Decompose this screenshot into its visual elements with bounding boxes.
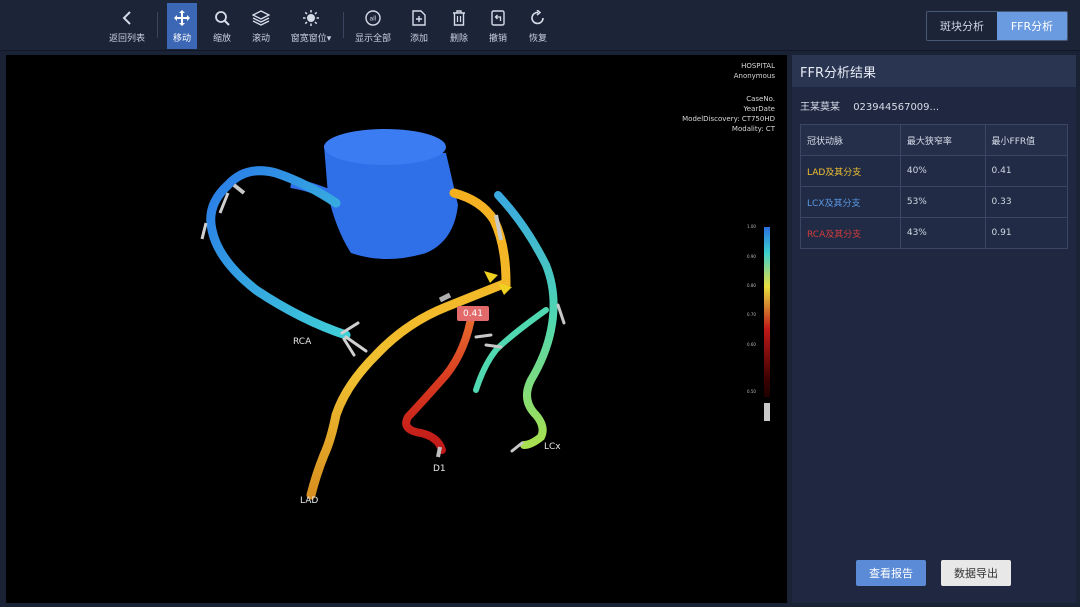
- toolbar: 返回列表 移动 缩放 滚动 窗宽窗位▾ all 显示全部 添加 删除 撤销 恢复…: [0, 0, 1080, 51]
- scale-tick-label: 0.60: [747, 342, 756, 347]
- export-data-button[interactable]: 数据导出: [941, 560, 1011, 586]
- ffr-color-scale: [764, 227, 770, 397]
- brightness-icon: [303, 7, 319, 29]
- chevron-left-icon: [120, 7, 134, 29]
- undo-icon: [491, 7, 505, 29]
- dicom-hospital: HOSPITAL: [741, 62, 775, 70]
- window-level-tool-button[interactable]: 窗宽窗位▾: [287, 3, 335, 49]
- ffr-scale-slider[interactable]: [764, 403, 770, 421]
- move-arrows-icon: [174, 7, 190, 29]
- panel-title: FFR分析结果: [792, 55, 1076, 87]
- scale-tick-label: 0.50: [747, 389, 756, 394]
- move-tool-label: 移动: [172, 34, 191, 44]
- dicom-patient-name: Anonymous: [733, 72, 775, 80]
- dicom-case-no: CaseNo.: [746, 95, 775, 103]
- column-header-ffr: 最小FFR值: [984, 124, 1069, 156]
- ffr-results-table: 冠状动脉 最大狭窄率 最小FFR值 LAD及其分支 40% 0.41 LCX及其…: [800, 124, 1069, 249]
- show-all-button[interactable]: all 显示全部: [352, 3, 394, 49]
- lcx-vessel: [473, 191, 566, 453]
- ffr-value-marker[interactable]: 0.41: [457, 306, 489, 321]
- scroll-tool-button[interactable]: 滚动: [246, 3, 276, 49]
- stenosis-cell: 53%: [899, 186, 986, 218]
- add-button[interactable]: 添加: [404, 3, 434, 49]
- d1-label: D1: [433, 464, 446, 474]
- artery-cell: LAD及其分支: [800, 155, 901, 187]
- ffr-cell: 0.41: [984, 155, 1069, 187]
- column-header-stenosis: 最大狭窄率: [899, 124, 986, 156]
- rca-label: RCA: [293, 337, 312, 347]
- ffr-cell: 0.33: [984, 186, 1069, 218]
- vessel-3d-viewport[interactable]: HOSPITAL Anonymous CaseNo. YearDate Mode…: [6, 55, 787, 603]
- artery-cell: RCA及其分支: [800, 217, 901, 249]
- table-row-lad[interactable]: LAD及其分支 40% 0.41: [800, 155, 1069, 187]
- toolbar-divider: [343, 12, 344, 38]
- dicom-model: ModelDiscovery: CT750HD: [682, 115, 775, 123]
- analysis-tabs: 斑块分析 FFR分析: [926, 11, 1068, 41]
- patient-id: 023944567009...: [853, 102, 940, 113]
- ffr-cell: 0.91: [984, 217, 1069, 249]
- tab-ffr-analysis[interactable]: FFR分析: [997, 12, 1067, 40]
- window-level-label: 窗宽窗位▾: [290, 34, 332, 44]
- artery-cell: LCX及其分支: [800, 186, 901, 218]
- add-file-icon: [412, 7, 426, 29]
- show-all-label: 显示全部: [354, 34, 391, 44]
- d1-vessel: [402, 309, 476, 458]
- back-to-list-button[interactable]: 返回列表: [104, 3, 150, 49]
- undo-button[interactable]: 撤销: [483, 3, 513, 49]
- dropdown-caret-icon: ▾: [326, 34, 332, 44]
- add-label: 添加: [409, 34, 428, 44]
- lad-label: LAD: [300, 496, 319, 506]
- scale-tick-label: 0.80: [747, 283, 756, 288]
- patient-info: 王某莫某 023944567009...: [800, 98, 939, 113]
- redo-button[interactable]: 恢复: [523, 3, 553, 49]
- scale-tick-label: 1.00: [747, 224, 756, 229]
- table-row-lcx[interactable]: LCX及其分支 53% 0.33: [800, 186, 1069, 218]
- view-report-button[interactable]: 查看报告: [856, 560, 926, 586]
- patient-name: 王某莫某: [800, 102, 840, 113]
- tab-plaque-analysis[interactable]: 斑块分析: [927, 12, 997, 40]
- redo-label: 恢复: [528, 34, 547, 44]
- coronary-vessel-render: [200, 129, 770, 500]
- stenosis-cell: 43%: [899, 217, 986, 249]
- move-tool-button[interactable]: 移动: [167, 3, 197, 49]
- ffr-results-panel: FFR分析结果 王某莫某 023944567009... 冠状动脉 最大狭窄率 …: [792, 55, 1076, 603]
- redo-icon: [530, 7, 546, 29]
- back-to-list-label: 返回列表: [108, 34, 145, 44]
- scroll-tool-label: 滚动: [251, 34, 270, 44]
- scale-tick-label: 0.90: [747, 254, 756, 259]
- show-all-icon: all: [365, 7, 381, 29]
- dicom-modality: Modality: CT: [731, 125, 775, 133]
- table-header-row: 冠状动脉 最大狭窄率 最小FFR值: [800, 124, 1069, 156]
- delete-button[interactable]: 删除: [444, 3, 474, 49]
- undo-label: 撤销: [488, 34, 507, 44]
- stenosis-cell: 40%: [899, 155, 986, 187]
- trash-icon: [452, 7, 466, 29]
- lcx-label: LCx: [544, 442, 561, 452]
- layers-icon: [252, 7, 270, 29]
- zoom-tool-label: 缩放: [212, 34, 231, 44]
- zoom-tool-button[interactable]: 缩放: [207, 3, 237, 49]
- column-header-artery: 冠状动脉: [800, 124, 901, 156]
- scale-tick-label: 0.70: [747, 312, 756, 317]
- svg-text:all: all: [369, 16, 376, 23]
- delete-label: 删除: [449, 34, 468, 44]
- toolbar-divider: [157, 12, 158, 38]
- magnifier-icon: [214, 7, 230, 29]
- table-row-rca[interactable]: RCA及其分支 43% 0.91: [800, 217, 1069, 249]
- dicom-year-date: YearDate: [743, 105, 775, 113]
